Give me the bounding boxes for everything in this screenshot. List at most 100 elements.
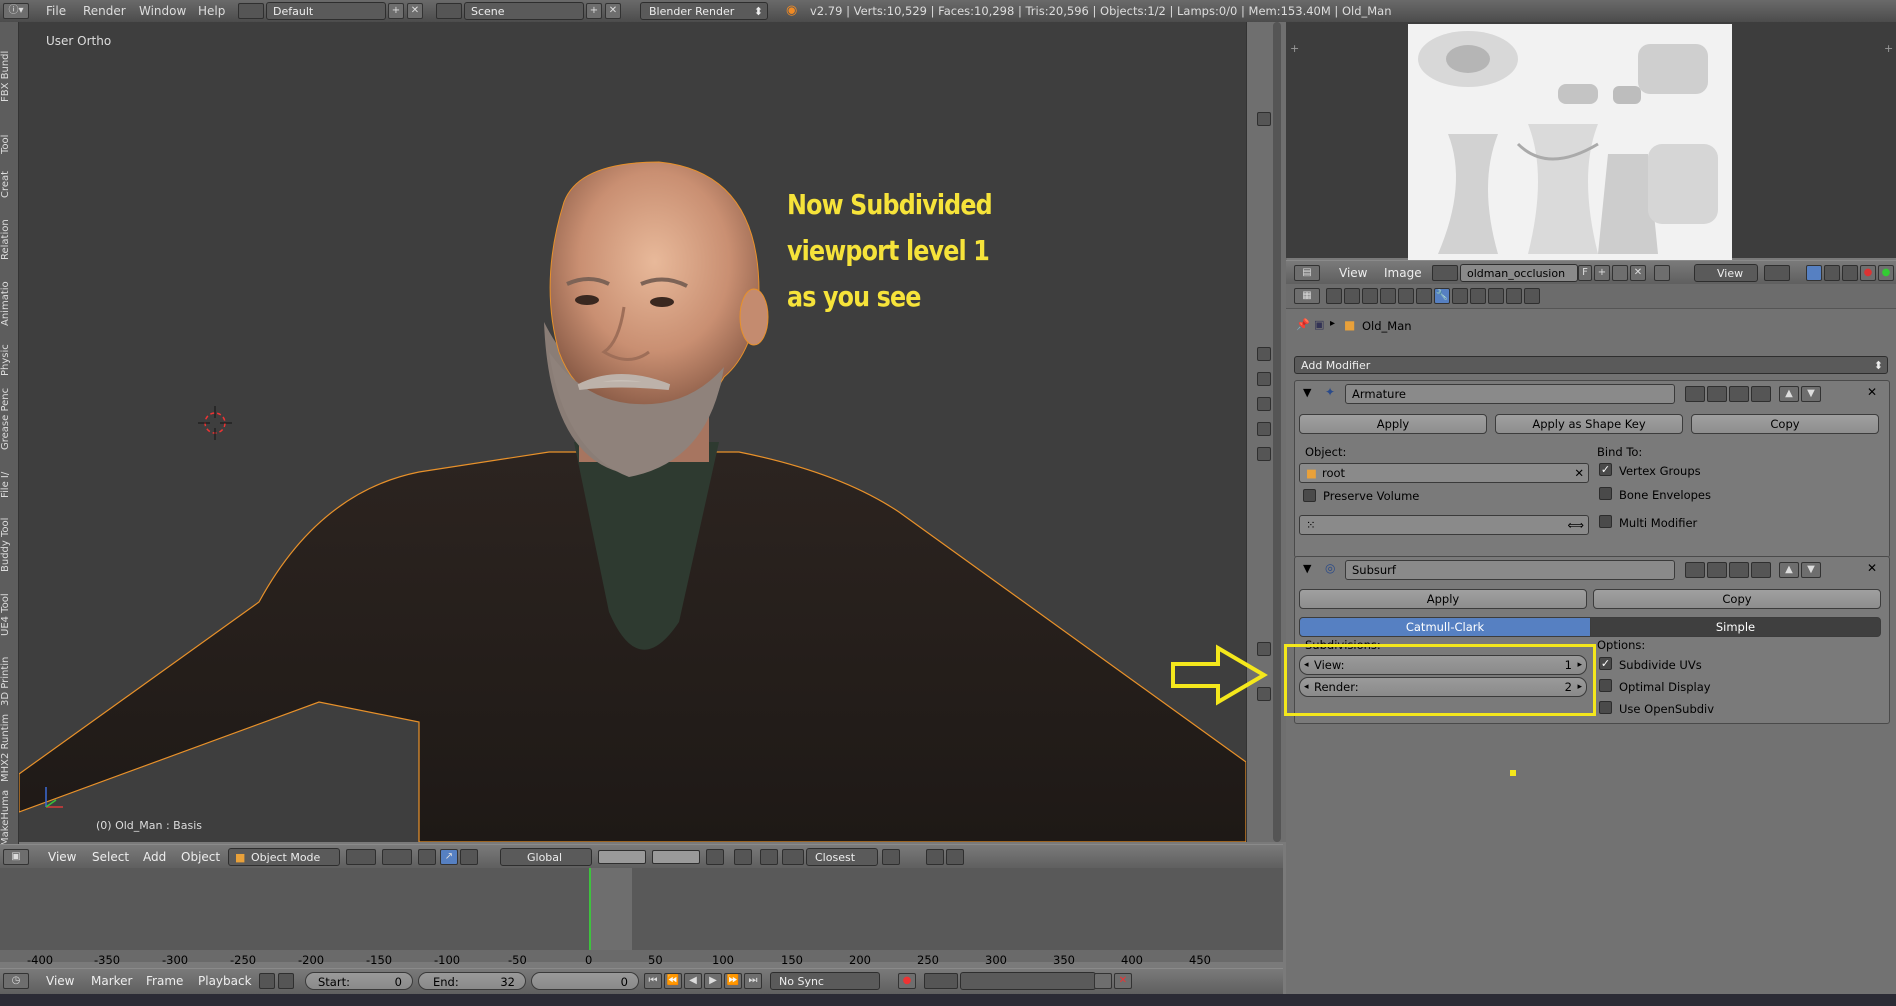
jump-end-icon[interactable]: ⏭ (744, 973, 762, 989)
vertex-groups-checkbox[interactable]: ✓ (1599, 463, 1612, 476)
scrollbar[interactable] (1273, 22, 1281, 842)
tab-relation[interactable]: Relation (0, 202, 18, 260)
armature-apply-shape-key-button[interactable]: Apply as Shape Key (1495, 414, 1683, 434)
tab-file[interactable]: File I/ (0, 454, 18, 498)
subsurf-remove-icon[interactable]: ✕ (1867, 561, 1877, 575)
menu-file[interactable]: File (46, 0, 66, 22)
tab-scene-icon[interactable] (1362, 288, 1378, 304)
image-editor-corner-plus-right[interactable]: + (1884, 42, 1893, 55)
snap-target-select[interactable]: Closest (806, 848, 878, 866)
proportional-edit-icon[interactable] (734, 849, 752, 865)
image-editor-corner-plus[interactable]: + (1290, 42, 1299, 55)
subsurf-cage-toggle-icon[interactable] (1751, 562, 1771, 578)
menu-view[interactable]: View (46, 969, 74, 993)
tab-simple[interactable]: Simple (1590, 617, 1881, 637)
menu-render[interactable]: Render (83, 0, 126, 22)
image-menu-image[interactable]: Image (1384, 261, 1422, 285)
end-frame-field[interactable]: End: 32 (418, 972, 526, 990)
tab-fbx-bundle[interactable]: FBX Bundl (0, 32, 18, 102)
tab-constraints-icon[interactable] (1416, 288, 1432, 304)
pin-icon[interactable]: 📌 (1296, 318, 1310, 331)
armature-render-toggle-icon[interactable] (1685, 386, 1705, 402)
subsurf-move-up-icon[interactable]: ▲ (1779, 562, 1799, 578)
menu-select[interactable]: Select (92, 845, 129, 869)
tab-render-layers-icon[interactable] (1344, 288, 1360, 304)
add-modifier-select[interactable]: Add Modifier ⬍ (1294, 356, 1888, 374)
armature-move-down-icon[interactable]: ▼ (1801, 386, 1821, 402)
jump-key-forward-icon[interactable]: ⏩ (724, 973, 742, 989)
tab-makehuman[interactable]: MakeHuma (0, 786, 18, 844)
play-reverse-icon[interactable]: ◀ (684, 973, 702, 989)
jump-key-back-icon[interactable]: ⏪ (664, 973, 682, 989)
3d-viewport[interactable]: User Ortho Now Subdivided viewport level… (19, 22, 1246, 842)
timeline-editor-icon[interactable]: ◷ (3, 973, 29, 989)
menu-window[interactable]: Window (139, 0, 186, 22)
new-image-button[interactable]: + (1594, 265, 1610, 281)
menu-frame[interactable]: Frame (146, 969, 183, 993)
editor-type-icon[interactable]: ▣ (3, 849, 29, 865)
collapse-subsurf-icon[interactable]: ▼ (1303, 562, 1311, 575)
tab-particles-icon[interactable] (1506, 288, 1522, 304)
keying-set-field[interactable] (960, 972, 1096, 990)
clear-object-icon[interactable]: ✕ (1574, 464, 1584, 482)
paint-icon[interactable] (1842, 265, 1858, 281)
armature-copy-button[interactable]: Copy (1691, 414, 1879, 434)
armature-remove-icon[interactable]: ✕ (1867, 385, 1877, 399)
subdivide-uvs-checkbox[interactable]: ✓ (1599, 657, 1612, 670)
collapse-armature-icon[interactable]: ▼ (1303, 386, 1311, 399)
opengl-render-icon[interactable] (926, 849, 944, 865)
record-icon[interactable]: ● (898, 973, 916, 989)
old-man-model[interactable] (19, 22, 1246, 842)
align-rotation-icon[interactable] (882, 849, 900, 865)
insert-key-icon[interactable] (1094, 973, 1112, 989)
remove-layout-button[interactable]: ✕ (407, 3, 423, 19)
texture-icon[interactable] (1824, 265, 1840, 281)
scene-icon[interactable] (436, 3, 462, 19)
unlink-image-button[interactable]: ✕ (1630, 265, 1646, 281)
tab-3d-printing[interactable]: 3D Printin (0, 640, 18, 706)
uv-select-icon[interactable] (1806, 265, 1822, 281)
playhead[interactable] (589, 868, 591, 952)
image-browse-icon[interactable] (1432, 265, 1458, 281)
tab-create[interactable]: Creat (0, 158, 18, 198)
properties-editor-icon[interactable]: ▦ (1294, 288, 1320, 304)
tab-material-icon[interactable] (1470, 288, 1486, 304)
menu-view[interactable]: View (48, 845, 76, 869)
tab-mhx2-runtime[interactable]: MHX2 Runtim (0, 710, 18, 782)
draw-channels-icon[interactable] (1764, 265, 1790, 281)
use-opensubdiv-checkbox[interactable] (1599, 701, 1612, 714)
info-editor-icon[interactable]: ⓘ▾ (3, 3, 29, 19)
opengl-anim-icon[interactable] (946, 849, 964, 865)
tab-world-icon[interactable] (1380, 288, 1396, 304)
bone-envelopes-checkbox[interactable] (1599, 487, 1612, 500)
subsurf-render-toggle-icon[interactable] (1685, 562, 1705, 578)
tab-buddy-tool[interactable]: Buddy Tool (0, 502, 18, 572)
layers-grid-1[interactable] (598, 850, 646, 864)
strip-icon-6[interactable] (1257, 447, 1271, 461)
image-view-select[interactable]: View (1694, 264, 1758, 282)
orientation-select[interactable]: Global (500, 848, 592, 866)
remove-scene-button[interactable]: ✕ (605, 3, 621, 19)
tab-physics[interactable]: Physic (0, 330, 18, 376)
layers-grid-2[interactable] (652, 850, 700, 864)
sync-select[interactable]: No Sync (770, 972, 880, 990)
tab-object-icon[interactable] (1398, 288, 1414, 304)
armature-editmode-toggle-icon[interactable] (1729, 386, 1749, 402)
strip-icon-4[interactable] (1257, 397, 1271, 411)
add-layout-button[interactable]: + (388, 3, 404, 19)
subsurf-viewport-toggle-icon[interactable] (1707, 562, 1727, 578)
strip-icon-5[interactable] (1257, 422, 1271, 436)
rotate-icon[interactable] (460, 849, 478, 865)
tab-data-icon[interactable] (1452, 288, 1468, 304)
vertex-group-field[interactable]: ⁙ ⟺ (1299, 515, 1589, 535)
subsurf-name-field[interactable]: Subsurf (1345, 560, 1675, 580)
menu-marker[interactable]: Marker (91, 969, 132, 993)
armature-apply-button[interactable]: Apply (1299, 414, 1487, 434)
tab-tool[interactable]: Tool (0, 106, 18, 154)
screen-layout-icon[interactable] (238, 3, 264, 19)
render-engine-select[interactable]: Blender Render ⬍ (640, 2, 768, 20)
keying-set-icon[interactable] (924, 973, 958, 989)
strip-icon-3[interactable] (1257, 372, 1271, 386)
tab-render-icon[interactable] (1326, 288, 1342, 304)
image-editor[interactable]: + + (1286, 22, 1896, 260)
